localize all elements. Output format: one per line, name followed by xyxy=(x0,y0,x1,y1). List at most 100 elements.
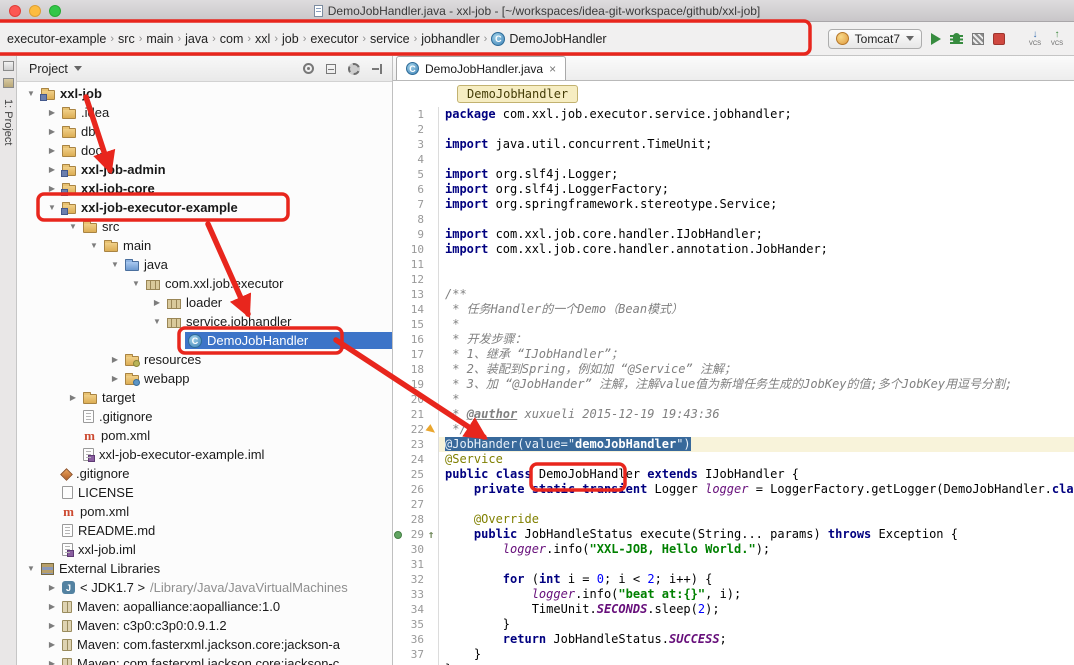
breadcrumb-item[interactable]: src xyxy=(115,30,138,48)
code-line[interactable]: 28 @Override xyxy=(393,512,1074,527)
tree-expand-icon[interactable] xyxy=(66,222,80,231)
stop-button[interactable] xyxy=(993,33,1005,45)
tree-expand-icon[interactable] xyxy=(45,583,59,592)
tree-item[interactable]: .idea xyxy=(17,103,392,122)
code-line[interactable]: 7import org.springframework.stereotype.S… xyxy=(393,197,1074,212)
code-text[interactable]: for (int i = 0; i < 2; i++) { xyxy=(439,572,1074,587)
coverage-button[interactable] xyxy=(972,33,984,45)
tree-item[interactable]: service.jobhandler xyxy=(17,312,392,331)
tool-window-icon[interactable] xyxy=(3,61,14,71)
tree-expand-icon[interactable] xyxy=(24,564,38,573)
code-line[interactable]: 36 return JobHandleStatus.SUCCESS; xyxy=(393,632,1074,647)
tree-expand-icon[interactable] xyxy=(150,298,164,307)
code-text[interactable]: package com.xxl.job.executor.service.job… xyxy=(439,107,1074,122)
tree-item[interactable]: xxl-job xyxy=(17,84,392,103)
code-line[interactable]: 30 logger.info("XXL-JOB, Hello World."); xyxy=(393,542,1074,557)
chevron-down-icon[interactable] xyxy=(74,66,82,71)
code-text[interactable]: } xyxy=(439,647,1074,662)
tree-item[interactable]: com.xxl.job.executor xyxy=(17,274,392,293)
code-line[interactable]: 34 TimeUnit.SECONDS.sleep(2); xyxy=(393,602,1074,617)
code-text[interactable]: private static transient Logger logger =… xyxy=(439,482,1074,497)
code-text[interactable]: } xyxy=(439,617,1074,632)
code-line[interactable]: 3import java.util.concurrent.TimeUnit; xyxy=(393,137,1074,152)
project-panel-title[interactable]: Project xyxy=(29,62,68,76)
tree-item[interactable]: Maven: c3p0:c3p0:0.9.1.2 xyxy=(17,616,392,635)
code-text[interactable]: public class DemoJobHandler extends IJob… xyxy=(439,467,1074,482)
code-text[interactable]: logger.info("beat at:{}", i); xyxy=(439,587,1074,602)
tree-item[interactable]: xxl-job-core xyxy=(17,179,392,198)
code-line[interactable]: 35 } xyxy=(393,617,1074,632)
code-text[interactable] xyxy=(439,497,1074,512)
tree-expand-icon[interactable] xyxy=(108,260,122,269)
tree-expand-icon[interactable] xyxy=(45,659,59,665)
code-text[interactable]: TimeUnit.SECONDS.sleep(2); xyxy=(439,602,1074,617)
code-line[interactable]: 22 */ xyxy=(393,422,1074,437)
tree-expand-icon[interactable] xyxy=(45,203,59,212)
tree-expand-icon[interactable] xyxy=(45,640,59,649)
code-text[interactable]: return JobHandleStatus.SUCCESS; xyxy=(439,632,1074,647)
tree-expand-icon[interactable] xyxy=(24,89,38,98)
code-line[interactable]: 17 * 1、继承 “IJobHandler”； xyxy=(393,347,1074,362)
tree-item[interactable]: loader xyxy=(17,293,392,312)
code-line[interactable]: 25public class DemoJobHandler extends IJ… xyxy=(393,467,1074,482)
breadcrumb-item[interactable]: java xyxy=(182,30,211,48)
tree-item[interactable]: Maven: com.fasterxml.jackson.core:jackso… xyxy=(17,635,392,654)
code-line[interactable]: 24@Service xyxy=(393,452,1074,467)
code-line[interactable]: 13/** xyxy=(393,287,1074,302)
code-line[interactable]: 27 xyxy=(393,497,1074,512)
code-line[interactable]: 20 * xyxy=(393,392,1074,407)
code-line[interactable]: 26 private static transient Logger logge… xyxy=(393,482,1074,497)
vcs-update-button[interactable]: ↓ VCS xyxy=(1026,30,1044,47)
tree-item[interactable]: LICENSE xyxy=(17,483,392,502)
override-icon[interactable]: ↑ xyxy=(428,527,435,542)
code-text[interactable] xyxy=(439,152,1074,167)
tree-expand-icon[interactable] xyxy=(45,165,59,174)
tree-item[interactable]: main xyxy=(17,236,392,255)
tree-expand-icon[interactable] xyxy=(45,127,59,136)
zoom-window-button[interactable] xyxy=(49,5,61,17)
locate-icon[interactable] xyxy=(303,63,314,74)
code-line[interactable]: 10import com.xxl.job.core.handler.annota… xyxy=(393,242,1074,257)
tree-expand-icon[interactable] xyxy=(45,108,59,117)
tree-item[interactable]: resources xyxy=(17,350,392,369)
code-text[interactable]: @Override xyxy=(439,512,1074,527)
code-line[interactable]: 19 * 3、加 “@JobHander” 注解，注解value值为新增任务生成… xyxy=(393,377,1074,392)
code-text[interactable]: @Service xyxy=(439,452,1074,467)
code-text[interactable]: /** xyxy=(439,287,1074,302)
code-line[interactable]: 29↑ public JobHandleStatus execute(Strin… xyxy=(393,527,1074,542)
code-text[interactable]: * 1、继承 “IJobHandler”； xyxy=(439,347,1074,362)
tree-item[interactable]: xxl-job-executor-example.iml xyxy=(17,445,392,464)
tree-expand-icon[interactable] xyxy=(45,184,59,193)
breadcrumb-item[interactable]: service xyxy=(367,30,413,48)
code-line[interactable]: 2 xyxy=(393,122,1074,137)
code-text[interactable]: @JobHander(value="demoJobHandler") xyxy=(439,437,1074,452)
breadcrumb-pill[interactable]: DemoJobHandler xyxy=(457,85,578,103)
code-line[interactable]: 6import org.slf4j.LoggerFactory; xyxy=(393,182,1074,197)
code-line[interactable]: 31 xyxy=(393,557,1074,572)
run-configuration-select[interactable]: Tomcat7 xyxy=(828,29,922,49)
code-line[interactable]: 32 for (int i = 0; i < 2; i++) { xyxy=(393,572,1074,587)
tree-expand-icon[interactable] xyxy=(45,602,59,611)
minimize-window-button[interactable] xyxy=(29,5,41,17)
collapse-all-icon[interactable] xyxy=(326,64,336,74)
tree-expand-icon[interactable] xyxy=(45,621,59,630)
run-marker-icon[interactable] xyxy=(394,531,402,539)
tree-item[interactable]: DemoJobHandler xyxy=(17,331,392,350)
code-text[interactable] xyxy=(439,557,1074,572)
tree-expand-icon[interactable] xyxy=(108,374,122,383)
code-text[interactable]: import com.xxl.job.core.handler.IJobHand… xyxy=(439,227,1074,242)
code-text[interactable]: * 2、装配到Spring，例如加 “@Service” 注解； xyxy=(439,362,1074,377)
code-text[interactable]: * 开发步骤： xyxy=(439,332,1074,347)
tree-expand-icon[interactable] xyxy=(45,146,59,155)
code-text[interactable] xyxy=(439,272,1074,287)
tree-expand-icon[interactable] xyxy=(87,241,101,250)
code-line[interactable]: 12 xyxy=(393,272,1074,287)
code-text[interactable]: * xyxy=(439,317,1074,332)
close-icon[interactable] xyxy=(549,63,556,75)
code-line[interactable]: 16 * 开发步骤： xyxy=(393,332,1074,347)
code-text[interactable]: import com.xxl.job.core.handler.annotati… xyxy=(439,242,1074,257)
tree-expand-icon[interactable] xyxy=(129,279,143,288)
tree-item[interactable]: pom.xml xyxy=(17,426,392,445)
tree-item[interactable]: Maven: aopalliance:aopalliance:1.0 xyxy=(17,597,392,616)
code-text[interactable]: public JobHandleStatus execute(String...… xyxy=(439,527,1074,542)
